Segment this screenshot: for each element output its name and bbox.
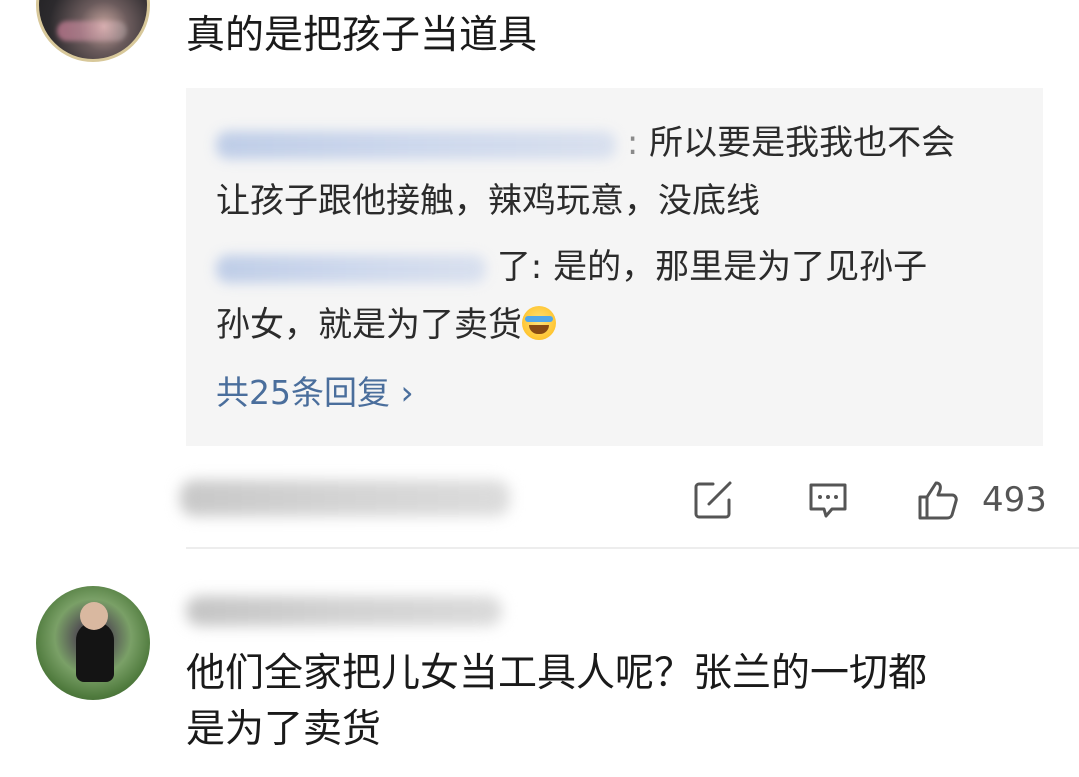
reply-colon: : xyxy=(626,123,639,163)
like-count: 493 xyxy=(982,480,1047,520)
comment-bubble-icon[interactable] xyxy=(806,478,850,522)
reply-text-continued: 让孩子跟他接触，辣鸡玩意，没底线 xyxy=(216,181,760,221)
comment-text-line: 他们全家把儿女当工具人呢？张兰的一切都 xyxy=(186,651,928,696)
edit-share-icon[interactable] xyxy=(691,478,735,522)
laugh-cry-emoji-icon xyxy=(522,306,556,340)
user-avatar[interactable] xyxy=(36,586,150,700)
comment-text: 他们全家把儿女当工具人呢？张兰的一切都 是为了卖货 xyxy=(186,646,1056,758)
reply-item-continued: 孙女，就是为了卖货 xyxy=(216,302,556,348)
timestamp-source-blurred xyxy=(180,480,510,516)
reply-username-blurred xyxy=(216,130,616,159)
comment-text-line: 是为了卖货 xyxy=(186,707,382,752)
comment-divider xyxy=(186,547,1079,549)
username-blurred[interactable] xyxy=(186,596,502,626)
reply-username-blurred xyxy=(216,254,486,283)
thumbs-up-icon[interactable] xyxy=(916,478,960,522)
reply-text-continued: 孙女，就是为了卖货 xyxy=(216,305,522,345)
reply-text: 所以要是我我也不会 xyxy=(649,123,956,163)
reply-item[interactable]: 了: 是的，那里是为了见孙子 xyxy=(216,244,927,290)
reply-item[interactable]: : 所以要是我我也不会 xyxy=(216,120,955,166)
reply-text: 了: 是的，那里是为了见孙子 xyxy=(496,247,928,287)
comment-text: 真的是把孩子当道具 xyxy=(186,13,538,58)
view-all-replies-link[interactable]: 共25条回复 › xyxy=(216,370,414,416)
user-avatar[interactable] xyxy=(36,0,150,62)
